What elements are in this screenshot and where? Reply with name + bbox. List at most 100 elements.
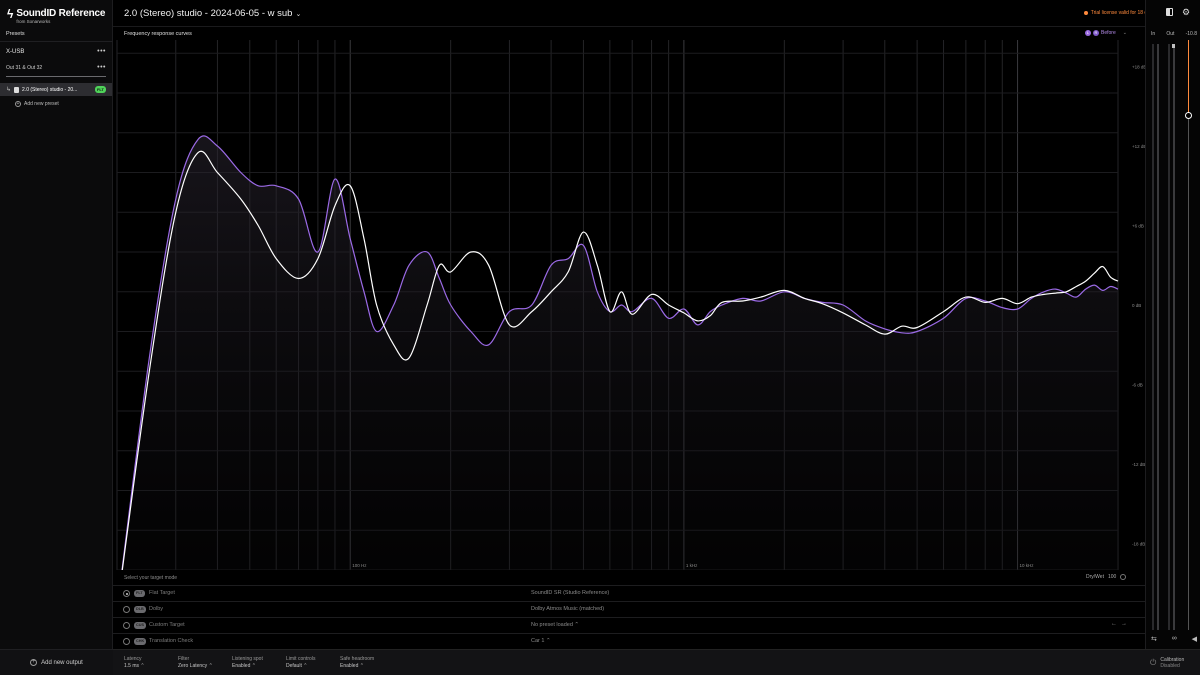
preset-item-selected[interactable]: ↳ 2.0 (Stereo) studio - 20... FLT [0, 83, 112, 96]
input-meter-label: In [1151, 31, 1156, 37]
target-name: Dolby [149, 606, 164, 612]
y-tick-label: -6 dB [1132, 383, 1143, 388]
target-name: Custom Target [149, 622, 185, 628]
latency-setting[interactable]: Latency 1.5 ms ⌃ [124, 656, 145, 670]
target-row-custom[interactable]: CUS Custom Target No preset loaded ⌃ ←→ [113, 617, 1145, 633]
y-tick-label: +12 dB [1132, 144, 1145, 149]
legend-right-channel[interactable]: R [1093, 30, 1099, 36]
device-name: X-USB [6, 49, 25, 55]
setting-label: Latency [124, 656, 142, 662]
target-radio[interactable] [123, 606, 130, 613]
chevron-up-icon: ⌃ [574, 622, 580, 628]
bottom-settings-bar: Latency 1.5 ms ⌃ Filter Zero Latency ⌃ L… [113, 649, 1145, 675]
y-axis-labels: +18 dB +12 dB +6 dB 0 dB -6 dB -12 dB -18 dB [1132, 65, 1145, 547]
volume-slider-headroom [1188, 40, 1189, 116]
output-name: Out 31 & Out 32 [6, 65, 43, 71]
sidebar: ϟ SoundID Reference from Sonarworks Pres… [0, 0, 113, 675]
import-export-arrows[interactable]: ←→ [1111, 621, 1131, 627]
page-title: 2.0 (Stereo) studio - 2024-06-05 - w sub [124, 8, 293, 19]
target-mode-heading: Select your target mode [124, 575, 178, 581]
chart-title: Frequency response curves [124, 31, 192, 37]
target-radio[interactable] [123, 638, 130, 645]
setting-label: Filter [178, 656, 190, 662]
target-row-dolby[interactable]: DLB Dolby Dolby Atmos Music (matched) [113, 601, 1145, 617]
target-radio[interactable] [123, 590, 130, 597]
setting-label: Limit controls [286, 656, 316, 662]
chevron-down-icon: ⌄ [295, 10, 302, 18]
volume-slider-track[interactable] [1188, 40, 1189, 630]
preset-mode-badge: FLT [94, 86, 106, 93]
calibration-label: Calibration [1160, 656, 1185, 663]
target-name: Translation Check [149, 638, 194, 644]
add-preset-label: Add new preset [24, 101, 59, 107]
dry-wet-label: Dry/Wet [1086, 574, 1104, 580]
y-tick-label: -12 dB [1132, 462, 1145, 467]
file-icon [14, 86, 20, 93]
meter-labels: In Out -10.8 [1151, 31, 1197, 37]
device-row[interactable]: X-USB ••• [6, 48, 106, 55]
dry-wet-control[interactable]: Dry/Wet 100 [1086, 574, 1127, 580]
setting-value: Enabled [340, 663, 359, 669]
legend-label: Before [1101, 30, 1116, 36]
swap-icon[interactable]: ⇆ [1151, 635, 1157, 643]
target-value[interactable]: SoundID SR (Studio Reference) [531, 590, 609, 596]
preset-title-dropdown[interactable]: 2.0 (Stereo) studio - 2024-06-05 - w sub… [124, 8, 301, 19]
output-more-icon[interactable]: ••• [97, 64, 106, 71]
target-name: Flat Target [149, 590, 175, 596]
listening-spot-setting[interactable]: Listening spot Enabled ⌃ [232, 656, 263, 670]
soundid-logo-icon: ϟ [7, 7, 14, 21]
safe-headroom-setting[interactable]: Safe headroom Enabled ⌃ [340, 656, 374, 670]
panel-layout-icon[interactable] [1166, 8, 1173, 16]
response-area-fill [117, 135, 1118, 570]
target-radio[interactable] [123, 622, 130, 629]
add-output-button[interactable]: + Add new output [0, 649, 113, 675]
setting-value: Enabled [232, 663, 251, 669]
device-more-icon[interactable]: ••• [97, 48, 106, 55]
header: 2.0 (Stereo) studio - 2024-06-05 - w sub… [113, 0, 1155, 27]
divider [0, 41, 113, 42]
arrow-right-icon[interactable]: → [1121, 621, 1131, 627]
warning-dot-icon [1083, 11, 1088, 15]
speaker-icon[interactable]: ◀ [1192, 635, 1197, 643]
target-value: Car 1 [531, 638, 545, 644]
output-meter-left [1168, 44, 1170, 630]
meter-bottom-icons: ⇆ ∞ ◀ [1151, 635, 1197, 643]
calibration-status: Disabled [1160, 662, 1180, 669]
gear-icon[interactable]: ⚙ [1182, 8, 1190, 17]
limit-controls-setting[interactable]: Limit controls Default ⌃ [286, 656, 315, 670]
link-icon[interactable]: ∞ [1172, 635, 1177, 643]
legend-toggle[interactable]: L R Before ⌄ [1085, 30, 1127, 36]
target-value-dropdown[interactable]: Car 1 ⌃ [531, 638, 551, 644]
target-row-translation[interactable]: CHK Translation Check Car 1 ⌃ [113, 633, 1145, 649]
arrow-left-icon[interactable]: ← [1111, 621, 1121, 627]
output-underline [6, 76, 106, 77]
target-tag: FLT [134, 590, 145, 597]
app-window: ϟ SoundID Reference from Sonarworks Pres… [0, 0, 1200, 675]
legend-left-channel[interactable]: L [1085, 30, 1091, 36]
chevron-up-icon: ⌃ [545, 638, 551, 644]
target-value-dropdown[interactable]: No preset loaded ⌃ [531, 622, 579, 628]
output-peak-indicator [1172, 44, 1175, 48]
target-row-flat[interactable]: FLT Flat Target SoundID SR (Studio Refer… [113, 585, 1145, 601]
target-tag: DLB [134, 606, 146, 613]
filter-setting[interactable]: Filter Zero Latency ⌃ [178, 656, 213, 670]
y-tick-label: +18 dB [1132, 65, 1145, 70]
return-arrow-icon: ↳ [6, 87, 12, 93]
add-preset-button[interactable]: + Add new preset [15, 101, 59, 107]
output-row[interactable]: Out 31 & Out 32 ••• [6, 64, 106, 71]
target-tag: CUS [134, 622, 147, 629]
target-value[interactable]: Dolby Atmos Music (matched) [531, 606, 604, 612]
volume-value: -10.8 [1185, 31, 1197, 37]
add-output-label: Add new output [41, 659, 83, 666]
x-tick-label: 1 kHz [686, 563, 698, 568]
setting-value: Default [286, 663, 302, 669]
preset-label: 2.0 (Stereo) studio - 20... [22, 86, 78, 93]
logo-title: SoundID Reference [16, 8, 106, 19]
chevron-up-icon: ⌃ [208, 663, 213, 669]
calibration-toggle[interactable]: ⏻ Calibration Disabled [1145, 649, 1200, 675]
dry-wet-knob-icon[interactable] [1120, 574, 1127, 580]
x-tick-label: 10 kHz [1020, 563, 1035, 568]
x-tick-label: 100 Hz [352, 563, 367, 568]
volume-slider-handle[interactable] [1185, 112, 1192, 119]
chevron-up-icon: ⌃ [140, 663, 145, 669]
